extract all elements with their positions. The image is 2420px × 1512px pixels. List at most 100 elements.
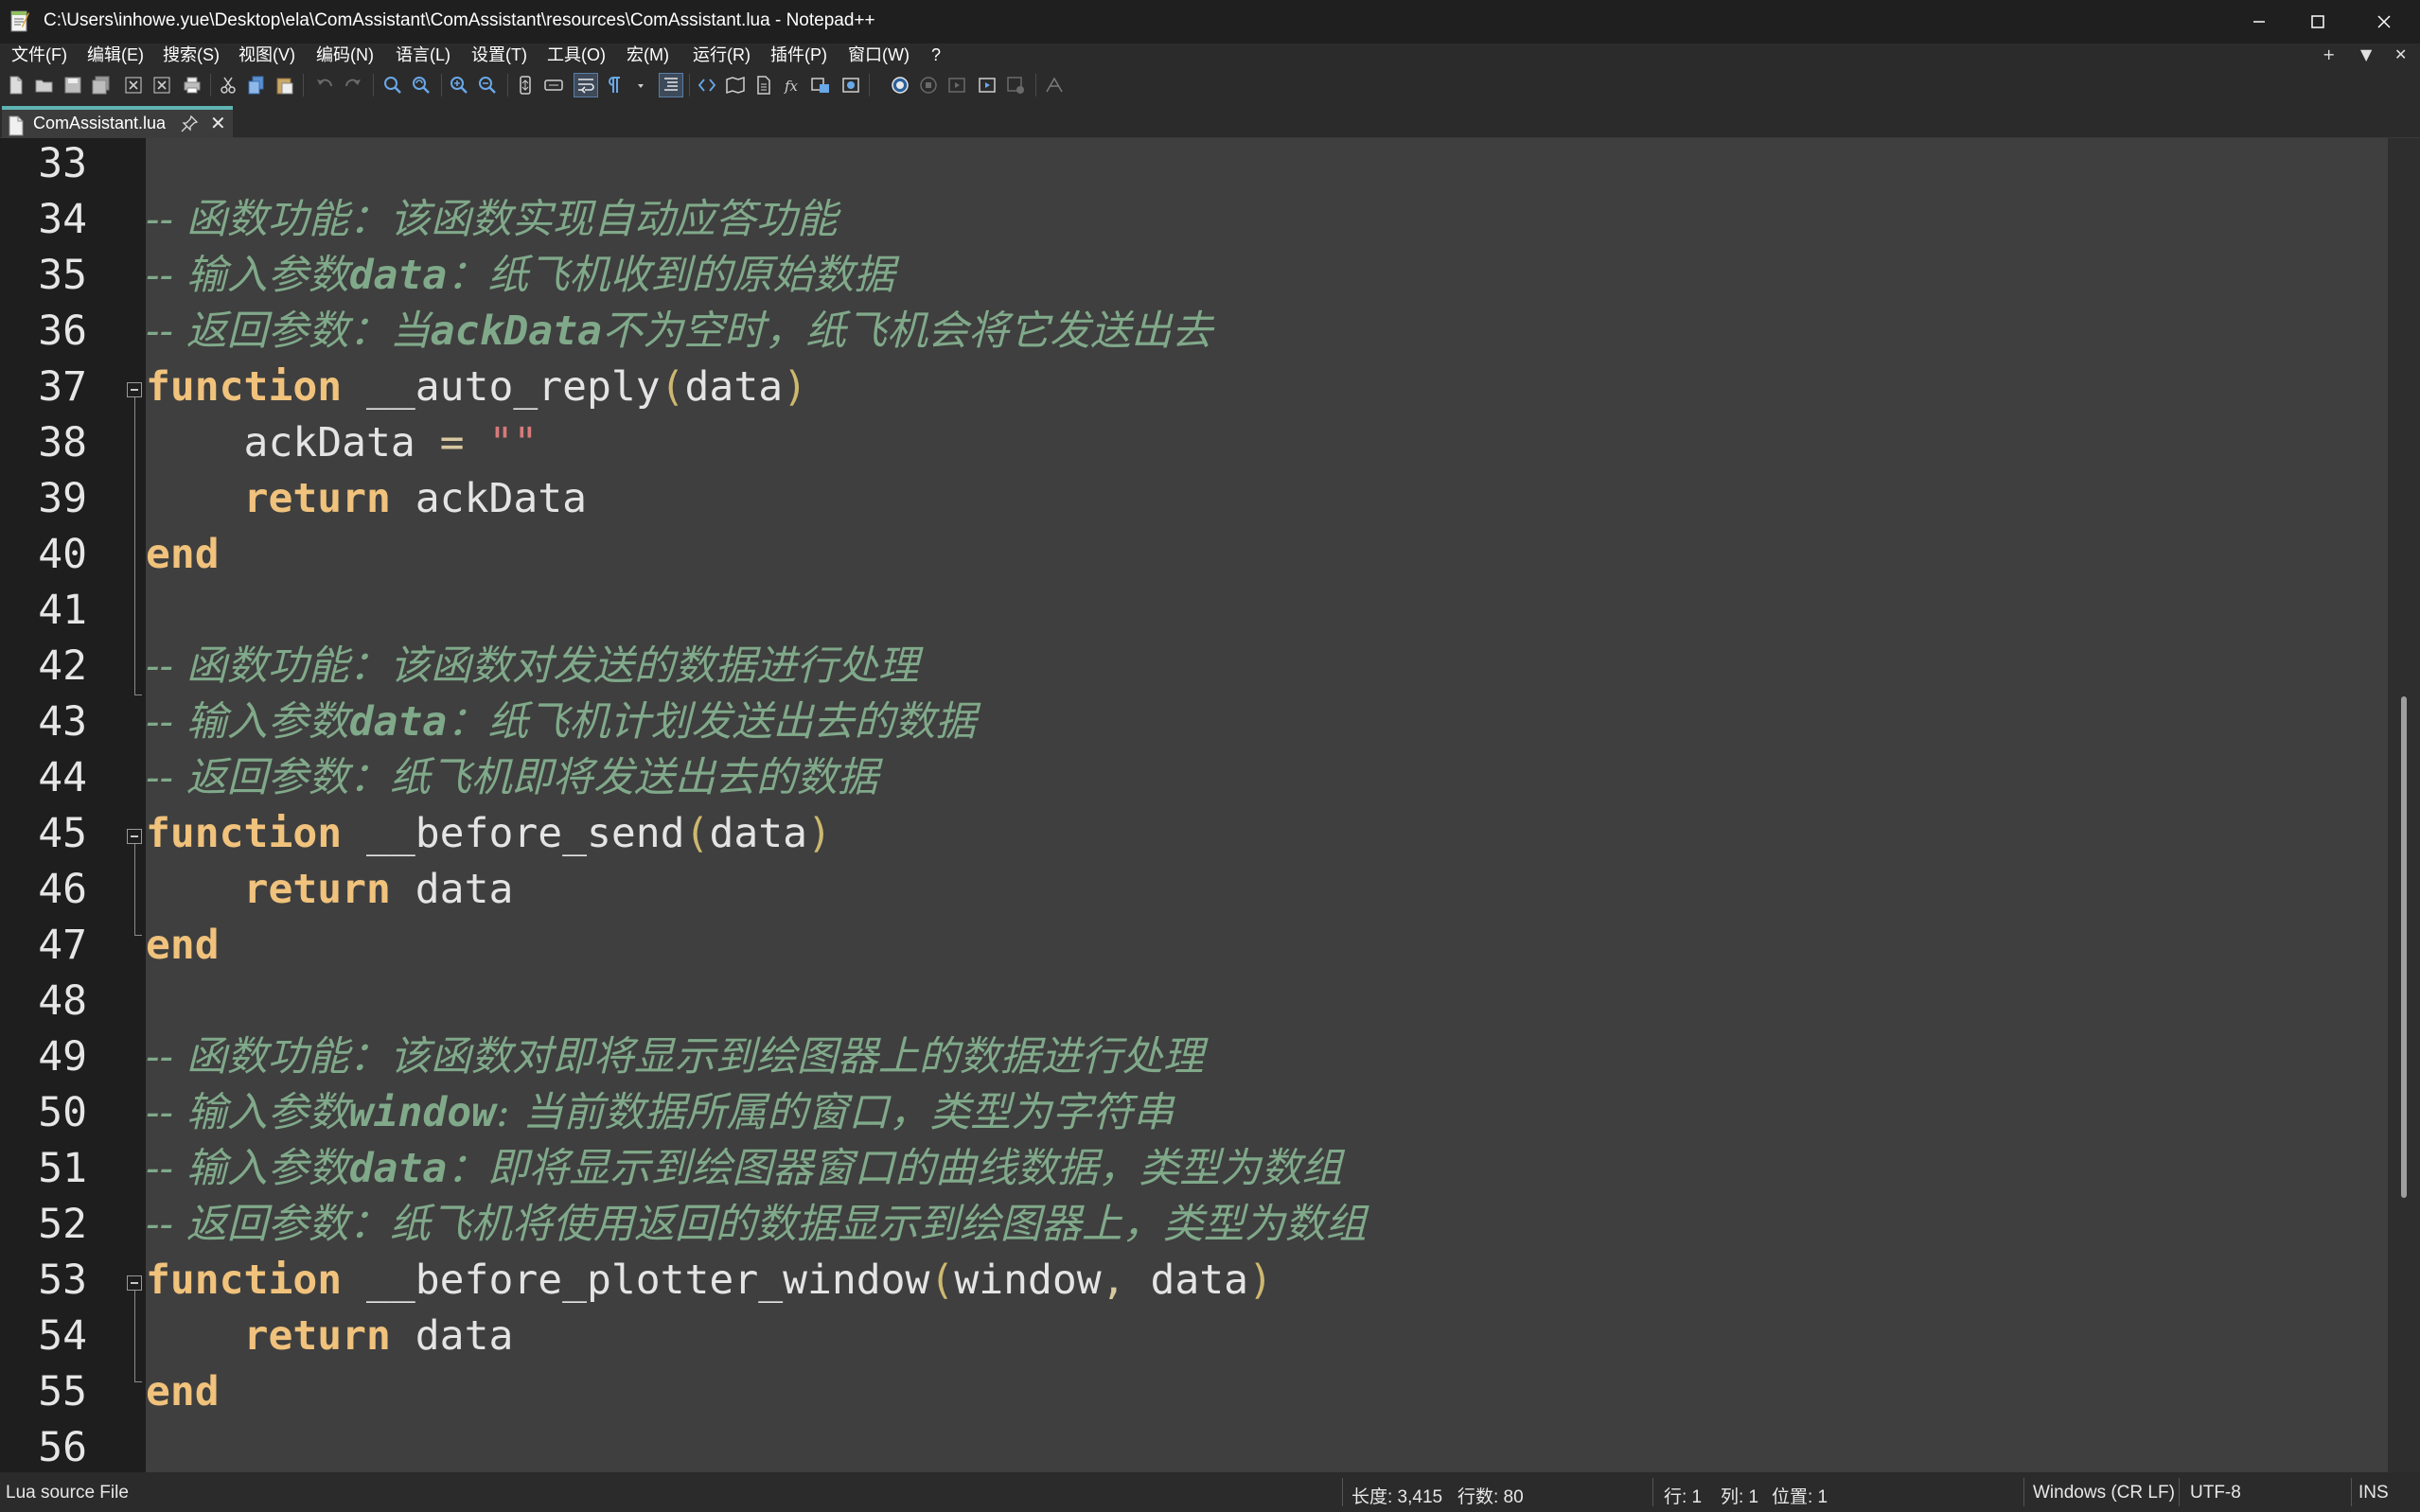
code-line[interactable]: return data: [146, 1309, 514, 1364]
play-macro-icon[interactable]: [945, 73, 969, 97]
zoom-in-icon[interactable]: [447, 73, 471, 97]
comment-token: -- 函数功能：该函数对发送的数据进行处理: [146, 642, 919, 690]
code-line[interactable]: return data: [146, 862, 514, 918]
pin-icon[interactable]: [180, 114, 199, 137]
close-all-icon[interactable]: [150, 73, 174, 97]
status-separator: [2023, 1478, 2024, 1506]
menu-encoding[interactable]: 编码(N): [316, 44, 374, 65]
code-line[interactable]: function __before_plotter_window(window,…: [146, 1253, 1273, 1309]
menu-help[interactable]: ?: [931, 44, 941, 65]
menu-window[interactable]: 窗口(W): [848, 44, 910, 65]
code-token: data: [390, 866, 514, 913]
find-icon[interactable]: [380, 73, 405, 97]
toolbar-dropdown-arrow-icon[interactable]: [628, 73, 653, 97]
run-macro-multiple-icon[interactable]: [975, 73, 999, 97]
status-eol[interactable]: Windows (CR LF): [2033, 1483, 2175, 1503]
code-line[interactable]: function __auto_reply(data): [146, 360, 807, 415]
scrollbar-thumb[interactable]: [2401, 696, 2407, 1198]
function-list-icon[interactable]: fx: [780, 73, 804, 97]
code-line[interactable]: function __before_send(data): [146, 806, 832, 862]
new-tab-plus-icon[interactable]: +: [2323, 44, 2335, 66]
minimize-button[interactable]: [2226, 0, 2292, 44]
code-line[interactable]: -- 输入参数window: 当前数据所属的窗口，类型为字符串: [146, 1085, 1174, 1141]
comment-token: -- 返回参数：纸飞机即将发送出去的数据: [146, 754, 878, 801]
code-editor[interactable]: 33 34 -- 函数功能：该函数实现自动应答功能 35 -- 输入参数data：纸飞机…: [0, 138, 2420, 1472]
code-line[interactable]: -- 函数功能：该函数对即将显示到绘图器上的数据进行处理: [146, 1029, 1204, 1085]
menu-view[interactable]: 视图(V): [238, 44, 295, 65]
menu-language[interactable]: 语言(L): [396, 44, 450, 65]
tab-list-arrow-icon[interactable]: ▼: [2360, 44, 2372, 66]
sync-vertical-icon[interactable]: [513, 73, 538, 97]
zoom-out-icon[interactable]: [475, 73, 500, 97]
fold-toggle-auto-reply[interactable]: [127, 382, 142, 397]
code-line[interactable]: end: [146, 1364, 220, 1420]
toolbar-separator: [869, 74, 870, 97]
document-map-icon[interactable]: [723, 73, 748, 97]
code-line[interactable]: end: [146, 527, 220, 583]
close-window-button[interactable]: [2351, 0, 2417, 44]
undo-icon[interactable]: [312, 73, 337, 97]
code-line[interactable]: -- 输入参数data：即将显示到绘图器窗口的曲线数据，类型为数组: [146, 1141, 1342, 1197]
menu-file[interactable]: 文件(F): [11, 44, 67, 65]
comment-token: window: [349, 1089, 496, 1136]
vertical-scrollbar[interactable]: [2388, 138, 2420, 1472]
replace-icon[interactable]: [409, 73, 433, 97]
redo-icon[interactable]: [341, 73, 365, 97]
menu-macro[interactable]: 宏(M): [627, 44, 669, 65]
save-icon[interactable]: [61, 73, 85, 97]
comment-bold-token: window: [348, 1089, 497, 1136]
code-line[interactable]: -- 函数功能：该函数实现自动应答功能: [146, 192, 838, 248]
code-line[interactable]: -- 返回参数：纸飞机即将发送出去的数据: [146, 750, 878, 806]
status-insert-mode[interactable]: INS: [2358, 1483, 2389, 1503]
stop-macro-icon[interactable]: [916, 73, 941, 97]
code-line[interactable]: end: [146, 918, 220, 974]
comment-token: ：纸飞机计划发送出去的数据: [447, 698, 977, 746]
sync-horizontal-icon[interactable]: [541, 73, 566, 97]
menu-search[interactable]: 搜索(S): [163, 44, 220, 65]
code-line[interactable]: -- 输入参数data：纸飞机收到的原始数据: [146, 248, 894, 304]
code-token: ): [807, 810, 832, 857]
toolbar: fx: [0, 66, 2420, 104]
indent-guide-icon[interactable]: [659, 73, 683, 97]
maximize-button[interactable]: [2285, 0, 2351, 44]
menu-run[interactable]: 运行(R): [693, 44, 751, 65]
save-all-icon[interactable]: [89, 73, 114, 97]
keyword-token: return: [243, 1312, 391, 1360]
fold-toggle-before-plotter-window[interactable]: [127, 1275, 142, 1291]
monitoring-icon[interactable]: [839, 73, 863, 97]
copy-icon[interactable]: [244, 73, 269, 97]
folder-workspace-icon[interactable]: [808, 73, 833, 97]
menu-tools[interactable]: 工具(O): [547, 44, 606, 65]
show-all-chars-icon[interactable]: [602, 73, 627, 97]
tab-comassistant-lua[interactable]: ComAssistant.lua ✕: [2, 106, 233, 138]
fold-toggle-before-send[interactable]: [127, 829, 142, 844]
line-number: 56: [38, 1424, 87, 1471]
close-icon[interactable]: [121, 73, 146, 97]
code-line[interactable]: return ackData: [146, 471, 587, 527]
status-encoding[interactable]: UTF-8: [2190, 1483, 2241, 1503]
user-language-icon[interactable]: [695, 73, 719, 97]
menu-edit[interactable]: 编辑(E): [87, 44, 144, 65]
word-wrap-icon[interactable]: [574, 73, 598, 97]
code-line[interactable]: ackData = "": [146, 415, 539, 471]
code-line[interactable]: -- 输入参数data：纸飞机计划发送出去的数据: [146, 694, 976, 750]
fold-margin[interactable]: [125, 138, 146, 1472]
line-number: 38: [38, 419, 87, 466]
cut-icon[interactable]: [216, 73, 240, 97]
code-line[interactable]: -- 返回参数：当ackData不为空时，纸飞机会将它发送出去: [146, 304, 1212, 360]
open-file-icon[interactable]: [32, 73, 57, 97]
save-macro-icon[interactable]: [1003, 73, 1028, 97]
code-line[interactable]: -- 函数功能：该函数对发送的数据进行处理: [146, 639, 919, 694]
close-doc-x-icon[interactable]: ✕: [2394, 44, 2407, 66]
document-list-icon[interactable]: [751, 73, 776, 97]
record-macro-icon[interactable]: [888, 73, 912, 97]
print-icon[interactable]: [180, 73, 204, 97]
new-file-icon[interactable]: [4, 73, 28, 97]
spell-check-icon[interactable]: [1041, 73, 1066, 97]
code-line[interactable]: -- 返回参数：纸飞机将使用返回的数据显示到绘图器上，类型为数组: [146, 1197, 1367, 1253]
tab-close-icon[interactable]: ✕: [210, 113, 226, 133]
menu-settings[interactable]: 设置(T): [471, 44, 527, 65]
comment-token: -- 输入参数: [146, 252, 349, 299]
paste-icon[interactable]: [273, 73, 297, 97]
menu-plugins[interactable]: 插件(P): [770, 44, 827, 65]
